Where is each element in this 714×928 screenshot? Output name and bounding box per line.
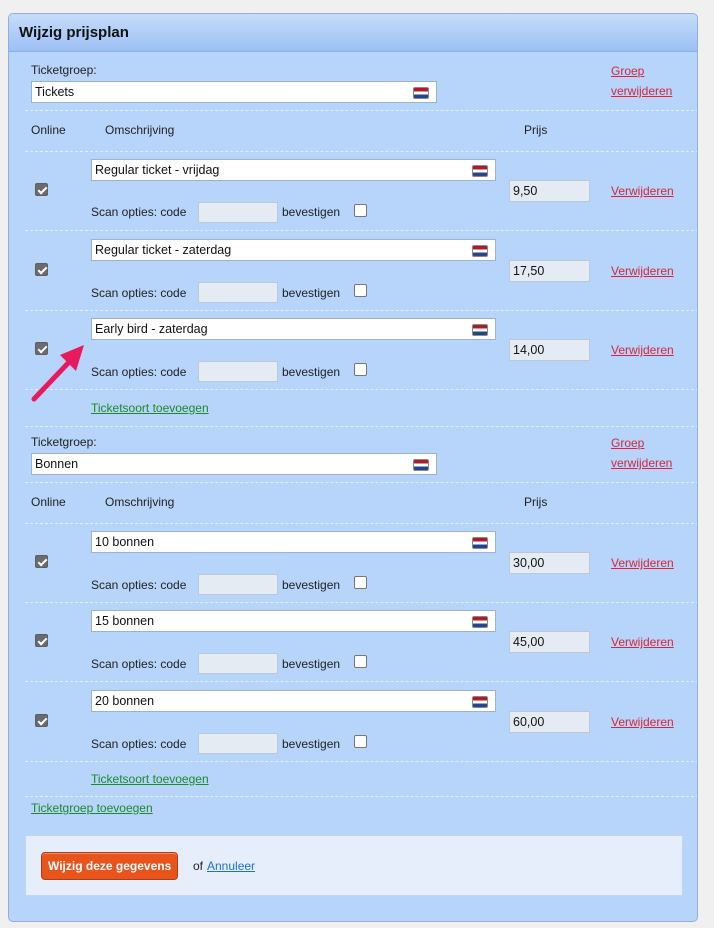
ticket-name-value: 10 bonnen xyxy=(95,535,155,549)
panel-title: Wijzig prijsplan xyxy=(19,24,129,41)
form-actions: Wijzig deze gegevens of Annuleer xyxy=(25,835,683,896)
ticket-name-input[interactable]: 15 bonnen xyxy=(91,610,496,632)
column-header-price: Prijs xyxy=(524,495,548,509)
ticket-name-value: Regular ticket - zaterdag xyxy=(95,243,232,257)
pink-arrow-annotation xyxy=(31,345,84,402)
dutch-flag-icon[interactable] xyxy=(472,696,488,708)
save-changes-button[interactable]: Wijzig deze gegevens xyxy=(41,852,179,880)
remove-ticket-link[interactable]: Verwijderen xyxy=(611,556,674,570)
divider xyxy=(25,523,697,524)
ticket-name-input[interactable]: Early bird - zaterdag xyxy=(91,318,496,340)
ticket-name-input[interactable]: Regular ticket - vrijdag xyxy=(91,159,496,181)
dutch-flag-icon[interactable] xyxy=(413,459,429,471)
confirm-checkbox[interactable] xyxy=(354,576,367,589)
divider xyxy=(25,110,697,111)
divider xyxy=(25,389,697,390)
divider xyxy=(25,482,697,483)
ticketgroup-label: Ticketgroep: xyxy=(31,63,97,77)
divider xyxy=(25,602,697,603)
remove-ticket-link[interactable]: Verwijderen xyxy=(611,264,674,278)
add-ticket-type-link[interactable]: Ticketsoort toevoegen xyxy=(91,772,209,786)
price-input[interactable]: 17,50 xyxy=(509,260,590,282)
column-header-description: Omschrijving xyxy=(105,495,175,509)
scan-code-input[interactable] xyxy=(198,202,278,223)
online-checkbox[interactable] xyxy=(35,183,48,196)
scan-code-input[interactable] xyxy=(198,361,278,382)
divider xyxy=(25,426,697,427)
cancel-link[interactable]: Annuleer xyxy=(207,859,255,873)
remove-group-link[interactable]: Groep verwijderen xyxy=(611,64,672,104)
ticket-name-value: Early bird - zaterdag xyxy=(95,322,208,336)
confirm-checkbox[interactable] xyxy=(354,204,367,217)
ticketgroup-label: Ticketgroep: xyxy=(31,435,97,449)
confirm-label: bevestigen xyxy=(282,286,341,300)
ticket-name-input[interactable]: 20 bonnen xyxy=(91,690,496,712)
add-ticket-type-link[interactable]: Ticketsoort toevoegen xyxy=(91,401,209,415)
online-checkbox[interactable] xyxy=(35,634,48,647)
column-header-price: Prijs xyxy=(524,123,548,137)
confirm-label: bevestigen xyxy=(282,737,341,751)
confirm-label: bevestigen xyxy=(282,578,341,592)
price-input[interactable]: 45,00 xyxy=(509,631,590,653)
ticket-name-input[interactable]: 10 bonnen xyxy=(91,531,496,553)
add-ticketgroup-link[interactable]: Ticketgroep toevoegen xyxy=(31,801,153,815)
remove-ticket-link[interactable]: Verwijderen xyxy=(611,635,674,649)
panel-header: Wijzig prijsplan xyxy=(9,14,697,52)
ticketgroup-name-input[interactable]: Bonnen xyxy=(31,453,437,475)
dutch-flag-icon[interactable] xyxy=(472,245,488,257)
ticketgroup-name-input[interactable]: Tickets xyxy=(31,81,437,103)
ticket-name-value: 20 bonnen xyxy=(95,694,155,708)
remove-group-link[interactable]: Groep verwijderen xyxy=(611,436,672,476)
scan-options-label: Scan opties: code xyxy=(91,657,187,671)
confirm-checkbox[interactable] xyxy=(354,284,367,297)
remove-ticket-link[interactable]: Verwijderen xyxy=(611,343,674,357)
column-header-online: Online xyxy=(31,495,66,509)
scan-code-input[interactable] xyxy=(198,574,278,595)
ticketgroup-name-value: Bonnen xyxy=(35,457,79,471)
online-checkbox[interactable] xyxy=(35,714,48,727)
confirm-checkbox[interactable] xyxy=(354,735,367,748)
price-input[interactable]: 30,00 xyxy=(509,552,590,574)
scan-code-input[interactable] xyxy=(198,282,278,303)
divider xyxy=(25,310,697,311)
scan-options-label: Scan opties: code xyxy=(91,205,187,219)
divider xyxy=(25,230,697,231)
ticket-name-value: Regular ticket - vrijdag xyxy=(95,163,220,177)
divider xyxy=(25,151,697,152)
column-header-online: Online xyxy=(31,123,66,137)
scan-options-label: Scan opties: code xyxy=(91,365,187,379)
column-header-description: Omschrijving xyxy=(105,123,175,137)
ticket-name-value: 15 bonnen xyxy=(95,614,155,628)
scan-options-label: Scan opties: code xyxy=(91,286,187,300)
confirm-label: bevestigen xyxy=(282,657,341,671)
divider xyxy=(25,761,697,762)
confirm-checkbox[interactable] xyxy=(354,655,367,668)
remove-ticket-link[interactable]: Verwijderen xyxy=(611,715,674,729)
price-input[interactable]: 9,50 xyxy=(509,180,590,202)
online-checkbox[interactable] xyxy=(35,555,48,568)
dutch-flag-icon[interactable] xyxy=(472,616,488,628)
dutch-flag-icon[interactable] xyxy=(472,324,488,336)
price-input[interactable]: 14,00 xyxy=(509,339,590,361)
online-checkbox[interactable] xyxy=(35,263,48,276)
confirm-checkbox[interactable] xyxy=(354,363,367,376)
dutch-flag-icon[interactable] xyxy=(472,537,488,549)
scan-options-label: Scan opties: code xyxy=(91,737,187,751)
dutch-flag-icon[interactable] xyxy=(472,165,488,177)
confirm-label: bevestigen xyxy=(282,365,341,379)
dutch-flag-icon[interactable] xyxy=(413,87,429,99)
divider xyxy=(25,796,697,797)
scan-options-label: Scan opties: code xyxy=(91,578,187,592)
ticketgroup-name-value: Tickets xyxy=(35,85,75,99)
or-text: of xyxy=(193,859,204,873)
divider xyxy=(25,681,697,682)
scan-code-input[interactable] xyxy=(198,653,278,674)
price-input[interactable]: 60,00 xyxy=(509,711,590,733)
ticket-name-input[interactable]: Regular ticket - zaterdag xyxy=(91,239,496,261)
remove-ticket-link[interactable]: Verwijderen xyxy=(611,184,674,198)
scan-code-input[interactable] xyxy=(198,733,278,754)
confirm-label: bevestigen xyxy=(282,205,341,219)
price-plan-panel: Wijzig prijsplan Ticketgroep: Tickets Gr… xyxy=(8,13,698,922)
